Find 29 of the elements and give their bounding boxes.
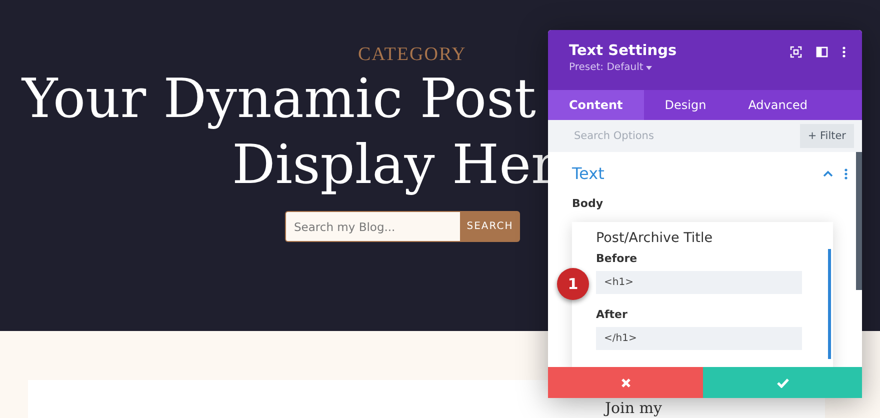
section-heading: Join my	[605, 399, 662, 418]
caret-icon	[646, 66, 652, 70]
post-title: Your Dynamic Post	[22, 66, 536, 132]
field-label: Before	[596, 252, 638, 265]
search-options-field[interactable]: Search Options	[548, 120, 800, 152]
filter-button[interactable]: + Filter	[800, 120, 862, 152]
input-field[interactable]: <h1>	[596, 271, 802, 294]
focus-icon[interactable]	[790, 46, 802, 58]
popup-title: Post/Archive Title	[596, 230, 714, 246]
settings-tab[interactable]: Advanced	[727, 90, 828, 120]
more-options-icon[interactable]	[844, 168, 848, 180]
settings-tab[interactable]: Design	[644, 90, 728, 120]
search-options-input[interactable]: Search Options	[572, 129, 800, 143]
section-title[interactable]: Text	[572, 164, 822, 183]
sidebar-layout-icon[interactable]	[816, 46, 828, 58]
input-field[interactable]: </h1>	[596, 327, 802, 350]
settings-tab[interactable]: Content	[548, 90, 644, 120]
category-label: CATEGORY	[358, 44, 466, 66]
check-icon	[776, 378, 789, 388]
panel-title: Text Settings	[569, 43, 678, 59]
close-icon	[620, 378, 631, 388]
scrollbar[interactable]	[856, 152, 862, 290]
scrollbar[interactable]	[828, 249, 831, 359]
field-label: After	[596, 308, 628, 321]
search-field[interactable]: Search my Blog...	[285, 211, 460, 242]
preset-dropdown[interactable]: Preset: Default	[569, 62, 790, 73]
more-options-icon[interactable]	[842, 46, 846, 58]
search-button[interactable]: SEARCH	[460, 211, 520, 242]
field-label: Body	[572, 197, 604, 210]
